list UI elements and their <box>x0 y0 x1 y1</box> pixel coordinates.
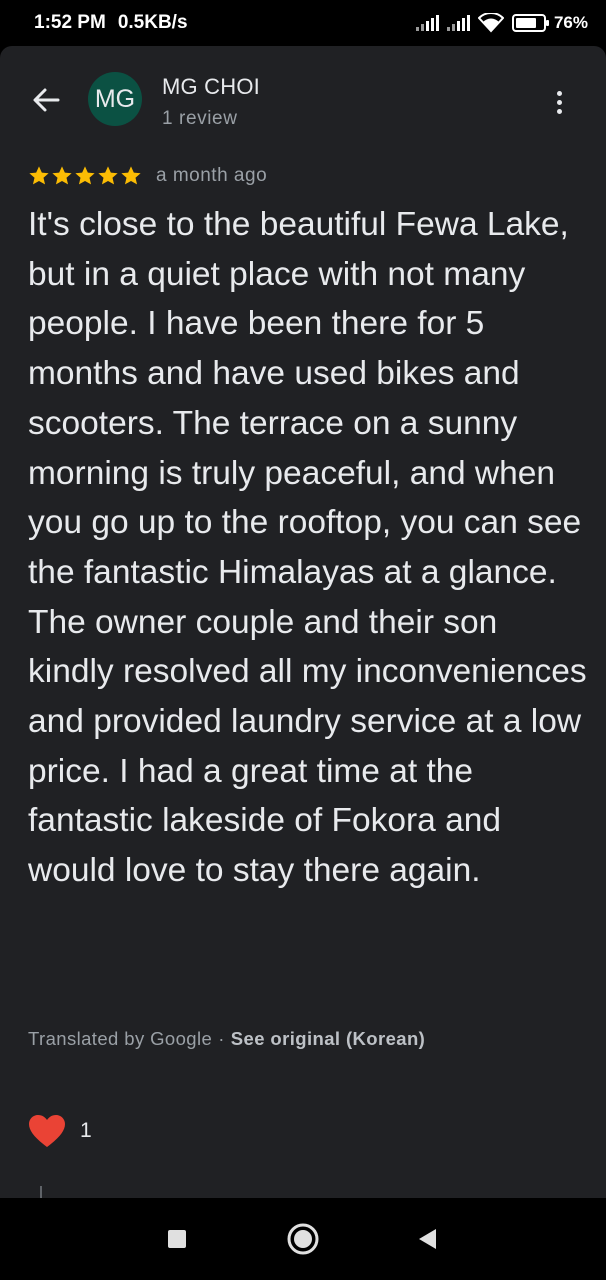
system-back-button[interactable] <box>410 1222 444 1256</box>
wifi-icon <box>477 13 504 33</box>
more-options-button[interactable] <box>544 84 574 120</box>
heart-icon <box>29 1115 65 1147</box>
divider <box>40 1186 42 1198</box>
circle-icon <box>287 1223 319 1255</box>
author-name[interactable]: MG CHOI <box>162 74 260 100</box>
system-nav-bar <box>0 1198 606 1280</box>
rating-row: a month ago <box>28 165 267 187</box>
translation-note: Translated by Google · See original (Korea… <box>28 1028 425 1050</box>
signal-icon <box>446 15 470 31</box>
home-button[interactable] <box>285 1222 321 1256</box>
review-date: a month ago <box>156 165 268 186</box>
see-original-link[interactable]: See original (Korean) <box>231 1028 425 1049</box>
star-icon <box>121 166 141 185</box>
star-icon <box>98 166 118 185</box>
arrow-back-icon <box>33 88 60 112</box>
avatar[interactable]: MG <box>88 72 142 126</box>
status-time: 1:52 PM <box>34 12 106 33</box>
review-text: It's close to the beautiful Fewa Lake, b… <box>28 206 587 890</box>
recent-apps-button[interactable] <box>160 1222 194 1256</box>
translated-by-label: Translated by Google <box>28 1028 213 1049</box>
avatar-initials: MG <box>94 84 136 113</box>
battery-percent: 76 <box>553 13 573 32</box>
star-icon <box>52 166 72 185</box>
back-button[interactable] <box>28 82 64 118</box>
review-screen: MG MG CHOI 1 review a month ago It's clo… <box>0 46 606 1198</box>
signal-icon <box>415 15 439 31</box>
separator: · <box>218 1028 225 1049</box>
battery-icon <box>511 14 549 32</box>
status-bar: 1:52 PM 0.5KB/s 76% <box>0 0 606 46</box>
star-rating <box>28 165 142 187</box>
like-count: 1 <box>80 1119 92 1142</box>
square-icon <box>168 1230 186 1248</box>
triangle-back-icon <box>419 1229 436 1249</box>
star-icon <box>75 166 95 185</box>
author-review-count: 1 review <box>162 108 238 129</box>
star-icon <box>29 166 49 185</box>
more-vert-icon <box>556 90 562 96</box>
network-speed: 0.5KB/s <box>117 12 188 33</box>
like-button[interactable]: 1 <box>28 1114 92 1148</box>
review-header: MG MG CHOI 1 review <box>0 46 606 166</box>
